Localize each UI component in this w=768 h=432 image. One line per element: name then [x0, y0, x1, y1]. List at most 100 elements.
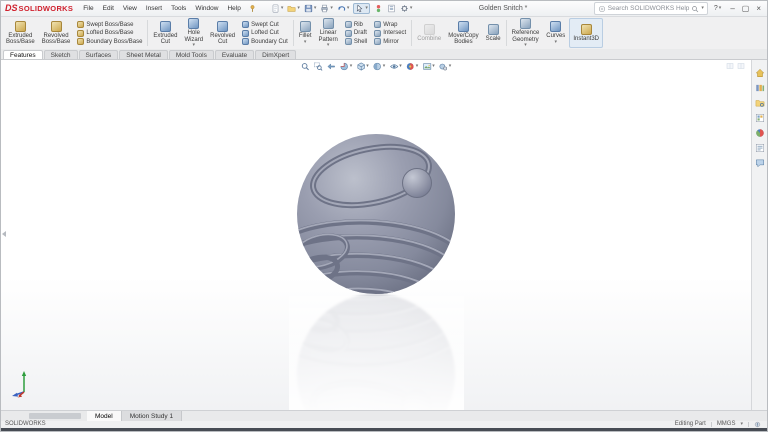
help-search-box[interactable]: Search SOLIDWORKS Help ▾ [594, 2, 708, 15]
units-selector[interactable]: MMGS [717, 421, 736, 428]
apply-scene-button[interactable]: ▾ [422, 62, 435, 71]
ribbon-scale-button[interactable]: Scale [483, 18, 504, 48]
units-caret[interactable]: ▾ [740, 422, 743, 427]
move-copy-bodies-icon [458, 21, 469, 32]
options-button[interactable]: ▾ [400, 4, 413, 13]
ribbon-swept-boss-base-button[interactable]: Swept Boss/Base [77, 21, 142, 28]
dropdown-caret: ▾ [410, 6, 413, 11]
instant3d-icon [581, 24, 592, 35]
tab-features[interactable]: Features [3, 50, 43, 59]
custom-properties-tab[interactable] [755, 143, 765, 153]
featuremanager-collapse-arrow[interactable] [2, 231, 6, 237]
ribbon-shell-button[interactable]: Shell [345, 38, 367, 45]
view-orientation-button[interactable]: ▾ [356, 62, 369, 71]
motion-study-1-tab[interactable]: Motion Study 1 [122, 411, 182, 421]
ribbon-wrap-button[interactable]: Wrap [374, 21, 406, 28]
file-explorer-tab[interactable] [755, 98, 765, 108]
close-button[interactable]: × [756, 5, 761, 13]
view-settings-button[interactable]: ▾ [439, 62, 452, 71]
ribbon-move-copy-bodies-button[interactable]: Move/CopyBodies [445, 18, 481, 48]
ribbon-linear-pattern-button[interactable]: LinearPattern▾ [316, 18, 341, 48]
solidworks-resources-tab[interactable] [755, 68, 765, 78]
model-tab[interactable]: Model [87, 411, 122, 421]
dropdown-caret: ▾ [366, 64, 369, 69]
ribbon-instant3d-button[interactable]: Instant3D [569, 18, 603, 48]
save-button[interactable]: ▾ [304, 4, 317, 13]
select-button[interactable]: ▾ [353, 3, 370, 14]
display-style-button[interactable]: ▾ [373, 62, 386, 71]
pane-splitter-handle[interactable] [29, 413, 81, 419]
tab-dimxpert[interactable]: DimXpert [255, 50, 296, 59]
golden-snitch-model[interactable] [289, 126, 464, 410]
section-view-button[interactable]: ▾ [340, 62, 353, 71]
ribbon-lofted-cut-button[interactable]: Lofted Cut [242, 30, 288, 37]
ribbon-fillet-button[interactable]: Fillet▾ [296, 18, 315, 48]
split-pane-horizontal-icon[interactable] [737, 62, 745, 70]
menu-view[interactable]: View [122, 4, 138, 13]
new-button[interactable]: ▾ [271, 4, 284, 13]
main-area: ▾ ▾ ▾ ▾ [1, 60, 767, 410]
ribbon-combine-button[interactable]: Combine [414, 18, 444, 48]
ribbon-draft-button[interactable]: Draft [345, 30, 367, 37]
zoom-to-area-button[interactable] [314, 62, 323, 71]
rib-icon [345, 21, 352, 28]
ribbon-extruded-boss-base-button[interactable]: ExtrudedBoss/Base [3, 18, 38, 48]
minimize-button[interactable]: – [730, 5, 734, 13]
split-pane-icon[interactable] [726, 62, 734, 70]
options-icon [400, 4, 409, 13]
ribbon-curves-button[interactable]: Curves▾ [543, 18, 568, 48]
ribbon-rib-button[interactable]: Rib [345, 21, 367, 28]
zoom-to-fit-button[interactable] [301, 62, 310, 71]
tab-sheet-metal[interactable]: Sheet Metal [119, 50, 168, 59]
tab-sketch[interactable]: Sketch [44, 50, 78, 59]
edit-appearance-button[interactable]: ▾ [406, 62, 419, 71]
ribbon-boundary-boss-base-button[interactable]: Boundary Boss/Base [77, 38, 142, 45]
ribbon-revolved-cut-button[interactable]: RevolvedCut [207, 18, 238, 48]
boundary-boss-base-label: Boundary Boss/Base [86, 39, 142, 45]
extruded-boss-base-icon [15, 21, 26, 32]
ribbon-revolved-boss-base-button[interactable]: RevolvedBoss/Base [39, 18, 74, 48]
ribbon-hole-wizard-button[interactable]: HoleWizard▾ [181, 18, 206, 48]
ribbon-mirror-button[interactable]: Mirror [374, 38, 406, 45]
hide-show-items-button[interactable]: ▾ [389, 62, 402, 71]
search-caret[interactable]: ▾ [701, 6, 704, 11]
quick-tips-icon[interactable] [754, 421, 761, 428]
apply-scene-icon [422, 62, 431, 71]
menu-window[interactable]: Window [194, 4, 219, 13]
open-button[interactable]: ▾ [287, 4, 300, 13]
tab-mold-tools[interactable]: Mold Tools [169, 50, 214, 59]
view-palette-tab[interactable] [755, 113, 765, 123]
undo-button[interactable]: ▾ [337, 4, 350, 13]
menu-help[interactable]: Help [226, 4, 241, 13]
solidworks-forum-tab[interactable] [755, 158, 765, 168]
print-button[interactable]: ▾ [320, 4, 333, 13]
graphics-area[interactable]: ▾ ▾ ▾ ▾ [1, 60, 751, 410]
dropdown-caret: ▾ [350, 64, 353, 69]
design-library-tab[interactable] [755, 83, 765, 93]
restore-button[interactable]: ▢ [742, 5, 750, 13]
boundary-cut-label: Boundary Cut [251, 39, 288, 45]
search-icon[interactable] [691, 5, 699, 13]
previous-view-button[interactable] [327, 62, 336, 71]
menu-edit[interactable]: Edit [102, 4, 115, 13]
ribbon-reference-geometry-button[interactable]: ReferenceGeometry▾ [509, 18, 543, 48]
pin-icon[interactable] [248, 4, 257, 13]
ribbon-extruded-cut-button[interactable]: ExtrudedCut [150, 18, 180, 48]
ribbon-intersect-button[interactable]: Intersect [374, 30, 406, 37]
menu-tools[interactable]: Tools [170, 4, 187, 13]
ribbon-boundary-cut-button[interactable]: Boundary Cut [242, 38, 288, 45]
help-button[interactable]: ? ▾ [712, 5, 723, 12]
appearances-scenes-tab[interactable] [755, 128, 765, 138]
tab-evaluate[interactable]: Evaluate [215, 50, 254, 59]
ribbon-group-divider [411, 20, 412, 46]
file-properties-button[interactable] [387, 4, 396, 13]
tab-surfaces[interactable]: Surfaces [79, 50, 119, 59]
menu-insert[interactable]: Insert [145, 4, 163, 13]
rebuild-button[interactable] [374, 4, 383, 13]
document-title: Golden Snitch * [416, 5, 589, 12]
heads-up-toolbar: ▾ ▾ ▾ ▾ [301, 62, 452, 71]
menu-file[interactable]: File [82, 4, 94, 13]
print-icon [320, 4, 329, 13]
ribbon-swept-cut-button[interactable]: Swept Cut [242, 21, 288, 28]
ribbon-lofted-boss-base-button[interactable]: Lofted Boss/Base [77, 30, 142, 37]
